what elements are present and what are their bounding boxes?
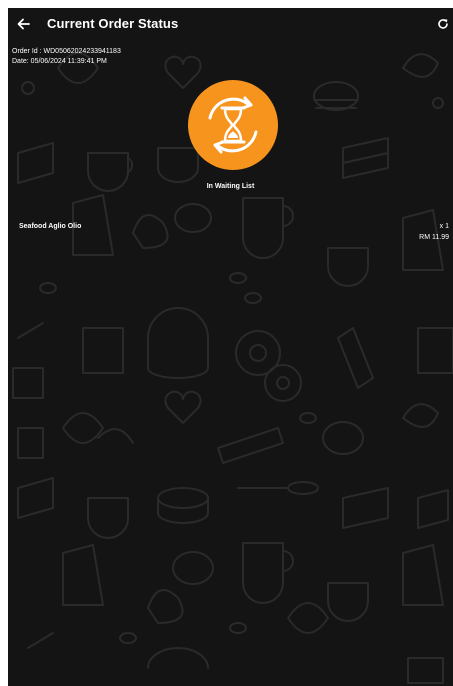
order-meta: Order Id : WD050620242339411​83 Date: 05… xyxy=(12,47,121,67)
page-title: Current Order Status xyxy=(47,16,179,31)
hourglass-icon xyxy=(188,80,278,170)
refresh-icon xyxy=(438,19,448,29)
order-date: Date: 05/06/2024 11:39:41 PM xyxy=(12,58,107,65)
order-status-screen: Current Order Status Order Id : WD050620… xyxy=(8,8,453,686)
item-price: RM 11.99 xyxy=(419,234,449,241)
refresh-button[interactable] xyxy=(433,14,453,34)
back-button[interactable] xyxy=(12,12,36,36)
list-item: Seafood Aglio Olio x 1 RM 11.99 xyxy=(19,223,449,247)
item-name: Seafood Aglio Olio xyxy=(19,223,82,230)
app-header: Current Order Status xyxy=(8,8,453,40)
item-quantity: x 1 xyxy=(439,223,449,230)
order-id: Order Id : WD050620242339411​83 xyxy=(12,48,121,55)
status-label: In Waiting List xyxy=(206,183,255,190)
arrow-left-icon xyxy=(17,18,30,30)
